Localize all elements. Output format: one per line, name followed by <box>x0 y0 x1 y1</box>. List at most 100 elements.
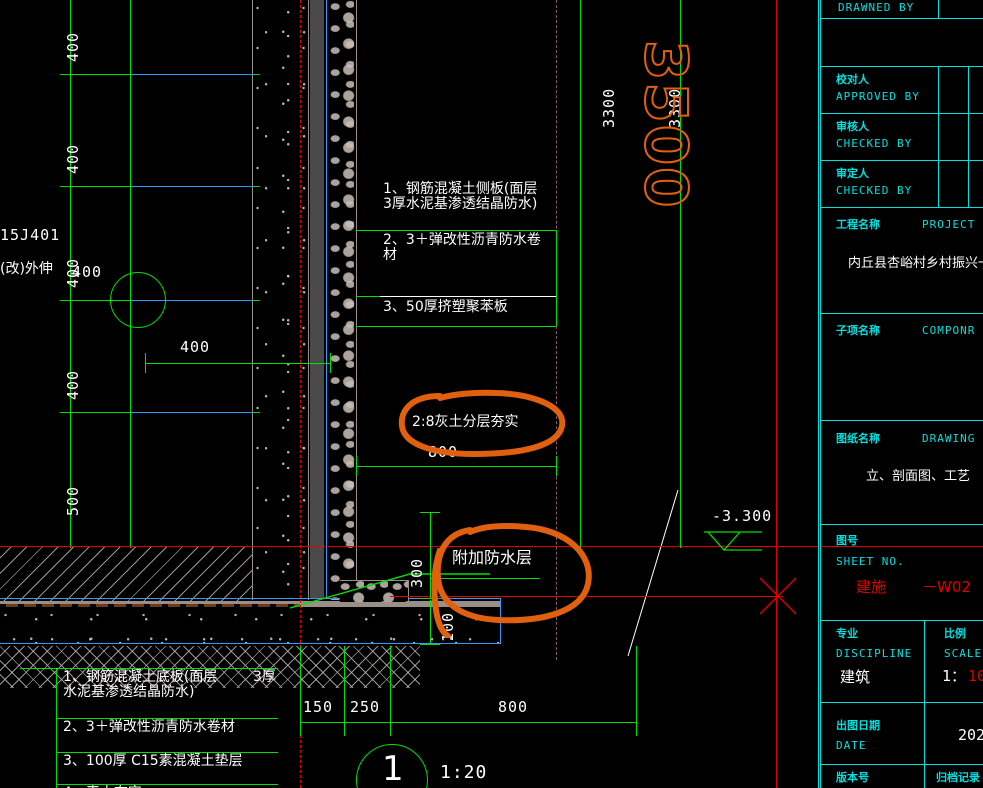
elevation-marker-symbol <box>704 531 762 551</box>
tb-checked-by-en: CHECKED BY <box>836 137 913 150</box>
dim-inner-400-line <box>145 363 330 364</box>
titleblock-left-border <box>818 0 819 788</box>
tb-rule-0 <box>820 18 983 19</box>
callout-side-wall: 1、钢筋混凝土侧板(面层 3厚水泥基渗透结晶防水) 2、3＋弹改性沥青防水卷 材… <box>380 182 556 328</box>
tb-rule-8 <box>820 620 983 621</box>
tb-archive-zh: 归档记录 <box>936 771 980 784</box>
tb-sig-col <box>938 0 939 19</box>
tb-rule-2 <box>820 113 983 114</box>
tb-scale-zh: 比例 <box>944 627 966 640</box>
tb-rule-1 <box>820 66 983 67</box>
title-block[interactable]: DRAWNED BY 校对人 APPROVED BY 审核人 CHECKED B… <box>818 0 983 788</box>
markup-leader-extra-waterproof <box>431 548 451 638</box>
dim-inner-400-tick-right <box>330 353 331 373</box>
tb-rule-4 <box>820 207 983 208</box>
tb-checked-by-zh: 审核人 <box>836 120 869 133</box>
floor-line-2 <box>130 186 254 187</box>
markup-text-backfill: 2:8灰土分层夯实 <box>412 414 519 430</box>
tb-drawing-value: 立、剖面图、工艺 <box>866 469 971 484</box>
tb-version-zh: 版本号 <box>836 771 869 784</box>
callout-side-wall-line-1: 1、钢筋混凝土侧板(面层 3厚水泥基渗透结晶防水) <box>383 181 538 212</box>
wall-protection-course <box>330 0 356 600</box>
tb-scale-value-red: 10 <box>968 667 983 685</box>
tb-discipline-value: 建筑 <box>840 668 871 686</box>
dim-bottom-tick-3 <box>636 646 637 736</box>
dim-bottom-tick-0 <box>300 646 301 736</box>
section-tag-scale: 1:20 <box>440 762 488 783</box>
tb-component-en: COMPONR <box>922 324 976 337</box>
wall-waterproof-membrane <box>326 0 327 598</box>
tb-drawing-zh: 图纸名称 <box>836 432 880 445</box>
tb-bottom-col <box>924 620 925 788</box>
axis-line-right <box>776 0 777 788</box>
tb-rule-3 <box>820 160 983 161</box>
dim-inner-400: 400 <box>180 338 211 356</box>
wall-insulation-layer <box>310 0 324 598</box>
elevation-value: -3.300 <box>712 507 773 525</box>
dim-right-3300-a: 3300 <box>600 87 618 128</box>
dim-bottom-tick-2 <box>390 646 391 736</box>
floor-line-4 <box>130 412 254 413</box>
dim-bottom-150: 150 <box>303 698 334 716</box>
tb-rule-5 <box>820 313 983 314</box>
callout-base-slab-line-1: 1、钢筋混凝土底板(面层 3厚 水泥基渗透结晶防水) <box>63 669 276 700</box>
tb-project-zh: 工程名称 <box>836 218 880 231</box>
markup-text-extra-waterproof: 附加防水层 <box>452 548 533 567</box>
callout-base-leader-vert <box>56 668 57 788</box>
callout-base-leader-3 <box>56 752 278 753</box>
tb-date-zh: 出图日期 <box>836 719 880 732</box>
callout-side-underline-2 <box>380 296 556 297</box>
tb-rule-10 <box>820 764 983 765</box>
tb-rule-6 <box>820 420 983 421</box>
tb-sig-col-2 <box>938 66 939 207</box>
cad-viewport[interactable]: -3.300 1 1:20 400 400 400 400 500 400 33… <box>0 0 983 788</box>
callout-base-leader-1 <box>20 668 278 669</box>
callout-base-slab: 1、钢筋混凝土底板(面层 3厚 水泥基渗透结晶防水) 2、3＋弹改性沥青防水卷材… <box>60 670 290 788</box>
standard-ref-note: (改)外伸 <box>0 261 53 277</box>
tb-date-en: DATE <box>836 739 867 752</box>
floor-line-1 <box>130 74 254 75</box>
tb-sheet-prefix: 建施 <box>856 578 887 596</box>
callout-base-slab-line-2: 2、3＋弹改性沥青防水卷材 <box>63 719 235 735</box>
callout-base-slab-line-3: 3、100厚 C15素混凝土垫层 <box>63 753 243 769</box>
tb-drawing-en: DRAWING <box>922 432 976 445</box>
standard-ref-value: 400 <box>72 263 103 281</box>
tb-sig-col-3 <box>968 66 969 207</box>
titleblock-inner-col <box>820 0 821 788</box>
callout-side-wall-line-3: 3、50厚挤塑聚苯板 <box>383 299 508 315</box>
callout-base-leader-2 <box>56 718 278 719</box>
tb-component-zh: 子项名称 <box>836 324 880 337</box>
tb-approved-by-en: APPROVED BY <box>836 90 920 103</box>
dim-right-line-a <box>580 0 581 548</box>
callout-side-wall-line-2: 2、3＋弹改性沥青防水卷 材 <box>383 232 541 263</box>
dim-300-tick-top <box>420 512 440 513</box>
dim-left-400-a: 400 <box>64 31 82 62</box>
dim-left-400-d: 400 <box>64 369 82 400</box>
tb-ratified-by-zh: 审定人 <box>836 167 869 180</box>
dim-left-500: 500 <box>64 485 82 516</box>
dim-bottom-800: 800 <box>498 698 529 716</box>
tb-sheet-zh: 图号 <box>836 534 858 547</box>
tb-rule-9 <box>820 702 983 703</box>
markup-text-3500: 3500 <box>631 39 701 210</box>
tb-project-en: PROJECT <box>922 218 976 231</box>
tb-discipline-zh: 专业 <box>836 627 858 640</box>
tb-project-value: 内丘县杏峪村乡村振兴一二三 <box>848 256 983 271</box>
ground-slope-line <box>627 490 679 657</box>
dim-bottom-250: 250 <box>350 698 381 716</box>
dim-bottom-tick-1 <box>344 646 345 736</box>
dim-left-400-b: 400 <box>64 143 82 174</box>
dim-bottom-chain <box>300 722 636 723</box>
tb-sheet-value: －W02 <box>922 578 971 596</box>
tb-rule-7 <box>820 524 983 525</box>
callout-side-leader-1 <box>356 230 556 231</box>
tb-date-value: 202 <box>958 726 983 744</box>
wall-right-edge <box>308 0 309 600</box>
tb-ratified-by-en: CHECKED BY <box>836 184 913 197</box>
callout-side-leader-vert <box>556 230 557 326</box>
tb-drawn-by-label: DRAWNED BY <box>838 1 915 14</box>
dim-inner-400-tick-left <box>145 353 146 373</box>
detail-bubble-circle <box>110 272 166 328</box>
dim-100-tick-bot <box>420 644 440 645</box>
callout-side-leader-3 <box>356 326 556 327</box>
